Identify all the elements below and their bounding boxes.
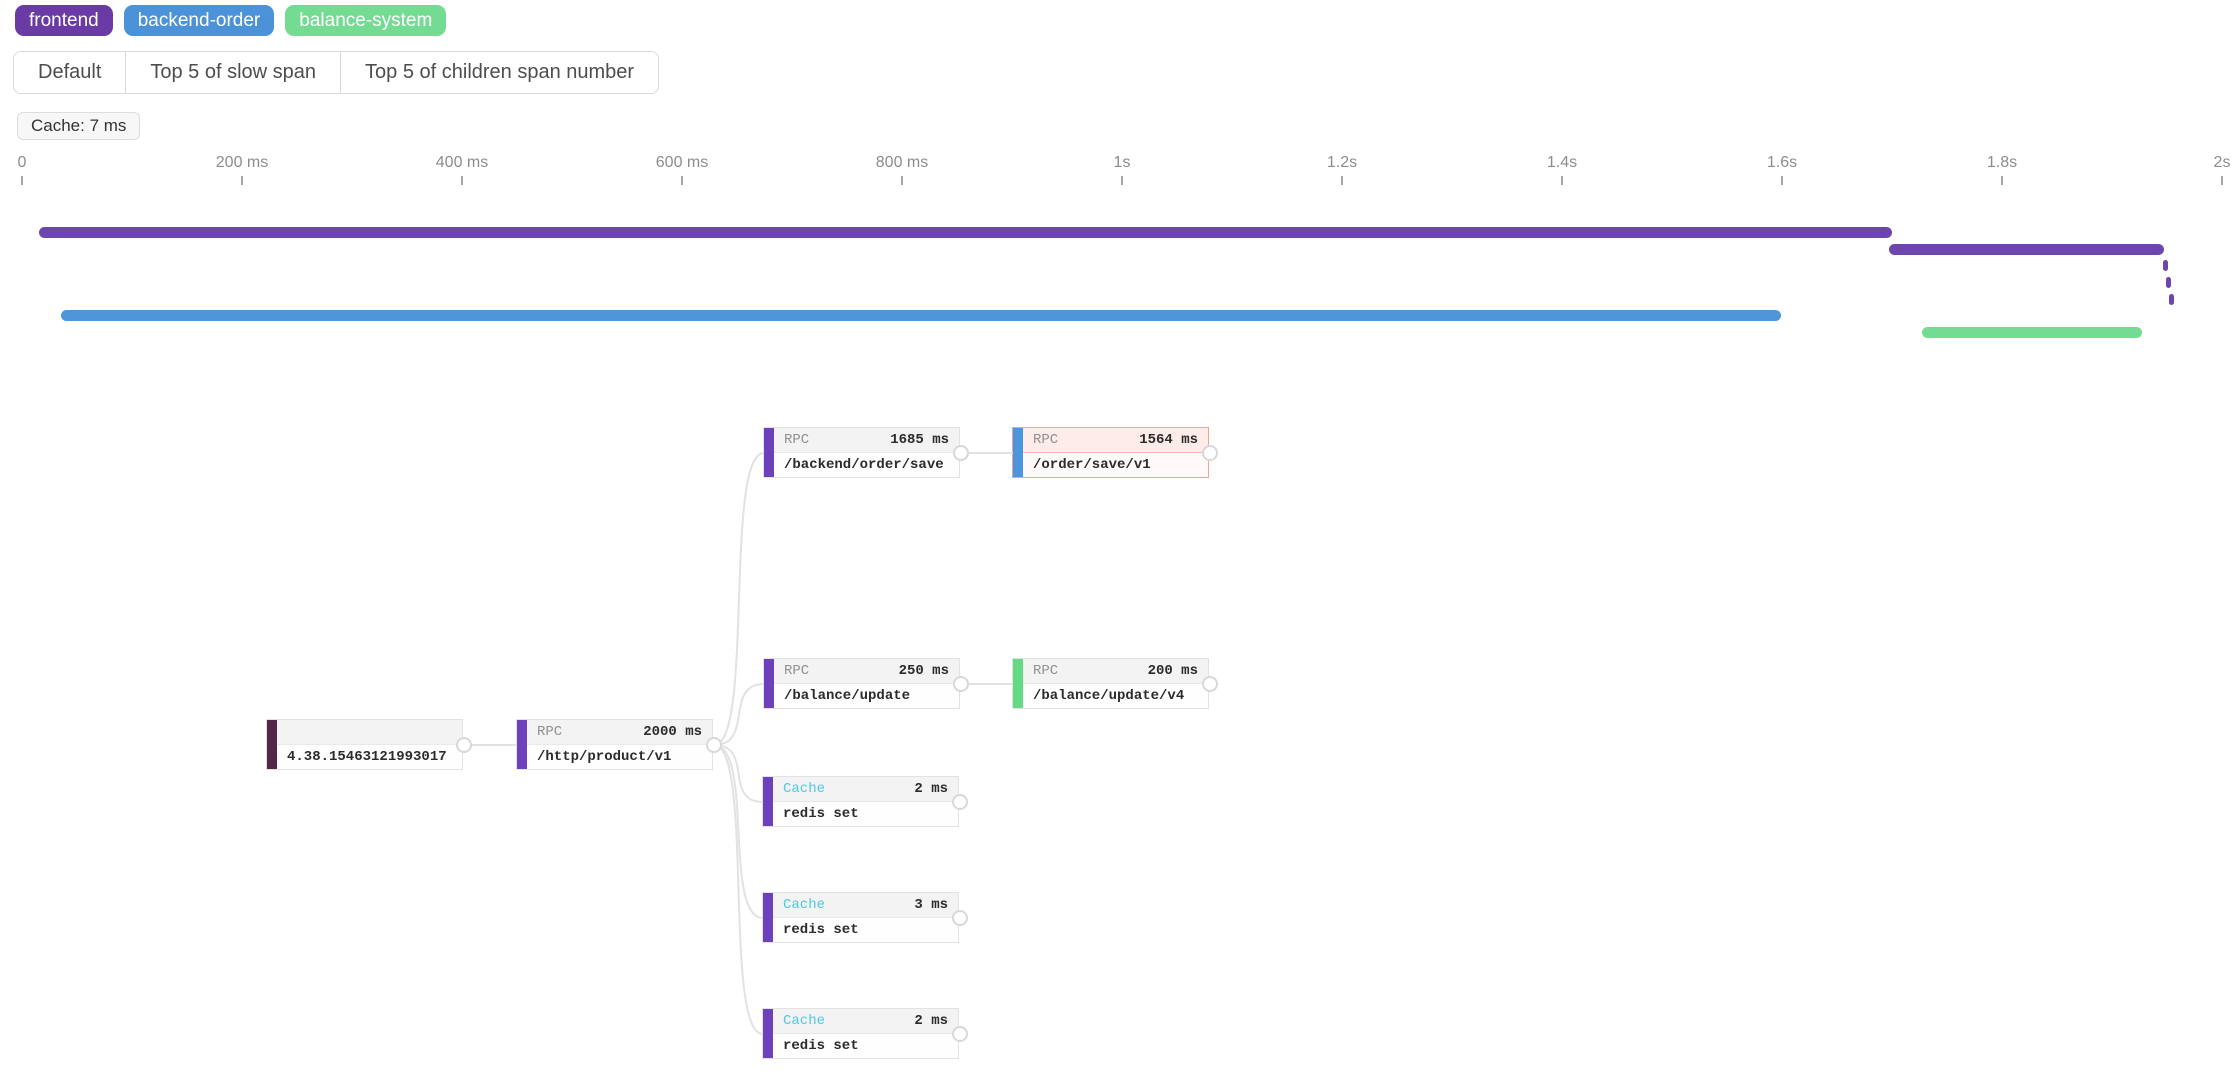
waterfall-span-bar[interactable]: [38, 227, 1892, 238]
span-name: /http/product/v1: [537, 749, 672, 765]
service-tag-frontend[interactable]: frontend: [15, 5, 113, 36]
span-node-cache-2[interactable]: Cache 3 ms redis set: [762, 892, 959, 943]
time-axis-label: 2s: [2213, 154, 2231, 171]
span-duration: 2000 ms: [643, 724, 702, 740]
span-name: redis set: [783, 806, 859, 822]
service-tag-balance-system[interactable]: balance-system: [285, 5, 447, 36]
span-name: /balance/update: [784, 688, 911, 704]
span-type-label: Cache: [783, 897, 826, 913]
span-duration: 2 ms: [914, 1013, 948, 1029]
tab-children-span-number[interactable]: Top 5 of children span number: [340, 52, 659, 93]
time-axis-label: 400 ms: [435, 154, 489, 171]
trace-view: frontend backend-order balance-system Defa…: [0, 0, 2234, 1080]
cache-duration-tooltip: Cache: 7 ms: [17, 112, 141, 140]
time-axis-label: 800 ms: [875, 154, 929, 171]
time-axis-tick: [681, 176, 683, 185]
span-node-service-color-bar: [764, 428, 774, 477]
service-tag-backend-order[interactable]: backend-order: [123, 5, 275, 36]
edge-product-to-cache-2: [713, 744, 764, 919]
time-axis-tick: [241, 176, 243, 185]
span-node-service-color-bar: [1013, 659, 1023, 708]
time-axis-label: 200 ms: [215, 154, 269, 171]
edge-product-to-cache-3: [713, 744, 764, 1035]
span-node-cache-1[interactable]: Cache 2 ms redis set: [762, 776, 959, 827]
span-duration: 1685 ms: [890, 432, 949, 448]
waterfall-span-bar[interactable]: [2169, 294, 2175, 305]
span-name: redis set: [783, 1038, 859, 1054]
span-name: /order/save/v1: [1033, 457, 1151, 473]
span-duration: 1564 ms: [1139, 432, 1198, 448]
span-name: /backend/order/save: [784, 457, 944, 473]
span-node-service-color-bar: [267, 720, 277, 769]
span-node-service-color-bar: [764, 659, 774, 708]
span-node-service-color-bar: [517, 720, 527, 769]
span-name: redis set: [783, 922, 859, 938]
edge-product-to-order-save: [713, 452, 765, 746]
span-type-label: RPC: [784, 663, 810, 679]
span-name: /balance/update/v4: [1033, 688, 1185, 704]
span-node-service-color-bar: [763, 1009, 773, 1058]
time-axis-label: 1s: [1113, 154, 1131, 171]
span-type-label: RPC: [1033, 432, 1059, 448]
edge-product-to-cache-1: [713, 744, 764, 803]
time-axis-tick: [901, 176, 903, 185]
span-duration: 3 ms: [914, 897, 948, 913]
time-axis-tick: [1561, 176, 1563, 185]
waterfall-span-bar[interactable]: [2162, 260, 2168, 271]
span-node-service-color-bar: [1013, 428, 1023, 477]
service-tag-list: frontend backend-order balance-system: [15, 5, 447, 36]
time-axis-label: 1.4s: [1546, 154, 1578, 171]
time-axis-label: 1.8s: [1986, 154, 2018, 171]
edge-product-to-balance-update: [713, 683, 765, 746]
time-axis-tick: [2221, 176, 2223, 185]
time-axis-tick: [1341, 176, 1343, 185]
span-node-balance-update-v4[interactable]: RPC 200 ms/balance/update/v4: [1012, 658, 1209, 709]
waterfall-span-bar[interactable]: [1888, 244, 2164, 255]
time-axis-tick: [2001, 176, 2003, 185]
time-axis-tick: [1121, 176, 1123, 185]
span-type-label: Cache: [783, 1013, 826, 1029]
span-type-label: Cache: [783, 781, 826, 797]
span-node-product[interactable]: RPC 2000 ms/http/product/v1: [516, 719, 713, 770]
view-mode-tabs: Default Top 5 of slow span Top 5 of childr…: [13, 51, 660, 94]
time-axis-tick: [1781, 176, 1783, 185]
span-node-balance-update[interactable]: RPC 250 ms/balance/update: [763, 658, 960, 709]
waterfall-span-bar[interactable]: [2165, 277, 2171, 288]
waterfall-span-bar[interactable]: [1921, 327, 2142, 338]
span-type-label: RPC: [784, 432, 810, 448]
span-node-service-color-bar: [763, 777, 773, 826]
span-type-label: RPC: [537, 724, 563, 740]
tab-slow-span[interactable]: Top 5 of slow span: [125, 52, 341, 93]
time-axis-tick: [461, 176, 463, 185]
span-type-label: RPC: [1033, 663, 1059, 679]
time-axis-tick: [21, 176, 23, 185]
span-node-order-save[interactable]: RPC 1685 ms/backend/order/save: [763, 427, 960, 478]
waterfall-span-bar[interactable]: [60, 310, 1781, 321]
time-axis-label: 1.2s: [1326, 154, 1358, 171]
span-node-order-save-v1[interactable]: RPC 1564 ms/order/save/v1: [1012, 427, 1209, 478]
span-duration: 200 ms: [1147, 663, 1198, 679]
tab-default[interactable]: Default: [14, 52, 126, 93]
time-axis-label: 0: [17, 154, 27, 171]
span-node-service-color-bar: [763, 893, 773, 942]
span-node-root[interactable]: 4.38.15463121993017: [266, 719, 463, 770]
span-duration: 2 ms: [914, 781, 948, 797]
span-node-cache-3[interactable]: Cache 2 ms redis set: [762, 1008, 959, 1059]
span-name: 4.38.15463121993017: [287, 749, 447, 765]
time-axis-label: 1.6s: [1766, 154, 1798, 171]
time-axis-label: 600 ms: [655, 154, 709, 171]
span-duration: 250 ms: [898, 663, 949, 679]
